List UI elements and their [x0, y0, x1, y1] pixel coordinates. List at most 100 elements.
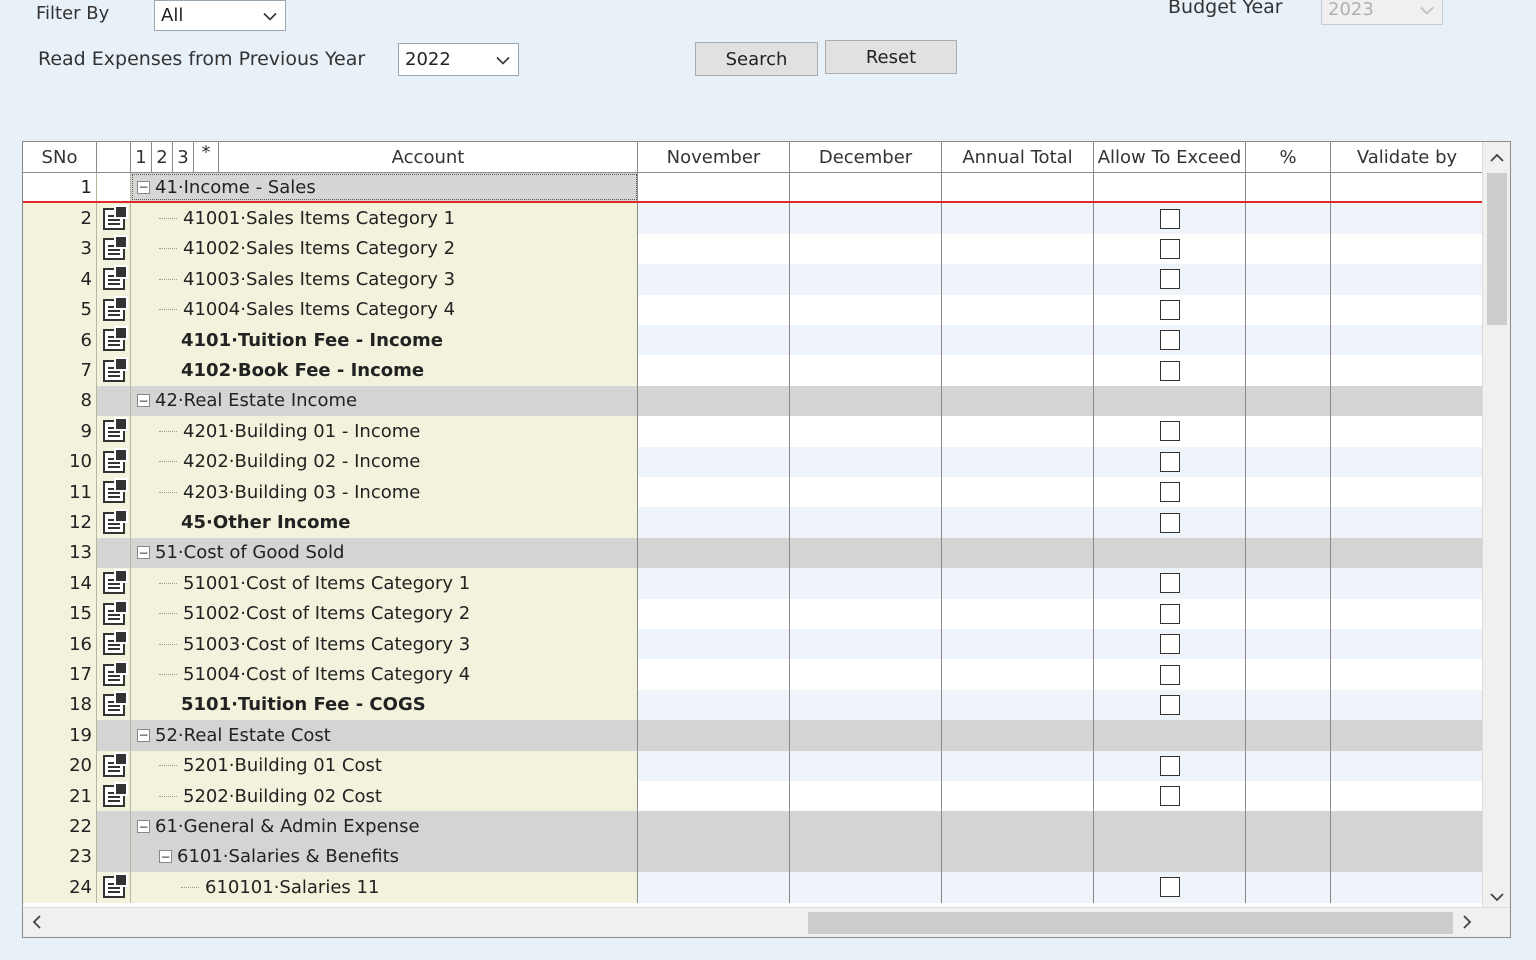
allow-to-exceed-checkbox[interactable] — [1159, 421, 1180, 442]
allow-to-exceed-cell[interactable] — [1094, 598, 1246, 629]
validate-by-cell[interactable] — [1331, 599, 1483, 629]
percent-cell[interactable] — [1246, 598, 1331, 629]
validate-by-cell[interactable] — [1331, 173, 1483, 202]
december-cell[interactable] — [790, 477, 942, 508]
percent-cell[interactable] — [1246, 841, 1331, 873]
november-cell[interactable] — [638, 233, 790, 265]
allow-to-exceed-cell[interactable] — [1094, 203, 1246, 234]
grid-group-row[interactable]: 23 −6101·Salaries & Benefits — [23, 841, 1483, 873]
allow-to-exceed-checkbox[interactable] — [1159, 238, 1180, 259]
collapse-icon[interactable]: − — [137, 394, 150, 408]
percent-cell[interactable] — [1246, 568, 1331, 599]
search-button[interactable]: Search — [695, 42, 818, 76]
document-detail-icon[interactable] — [102, 690, 128, 716]
annual-total-cell[interactable] — [942, 659, 1094, 690]
annual-total-cell[interactable] — [942, 264, 1094, 295]
allow-to-exceed-cell[interactable] — [1094, 629, 1246, 660]
november-cell[interactable] — [638, 781, 790, 812]
chevron-left-icon[interactable] — [32, 914, 41, 933]
collapse-icon[interactable]: − — [137, 820, 150, 834]
december-cell[interactable] — [790, 507, 942, 538]
november-cell[interactable] — [638, 659, 790, 690]
percent-cell[interactable] — [1246, 264, 1331, 295]
document-detail-icon[interactable] — [102, 569, 128, 595]
annual-total-cell[interactable] — [942, 325, 1094, 356]
account-cell[interactable]: −61·General & Admin Expense — [131, 811, 638, 842]
november-cell[interactable] — [638, 689, 790, 721]
horizontal-scroll-thumb[interactable] — [808, 912, 1453, 934]
december-cell[interactable] — [790, 750, 942, 781]
december-cell[interactable] — [790, 294, 942, 325]
november-cell[interactable] — [638, 173, 790, 202]
november-cell[interactable] — [638, 355, 790, 386]
grid-row[interactable]: 24 610101·Salaries 11 — [23, 872, 1483, 903]
grid-row[interactable]: 9 4201·Building 01 - Income — [23, 416, 1483, 447]
december-cell[interactable] — [790, 781, 942, 812]
percent-cell[interactable] — [1246, 355, 1331, 386]
validate-by-cell[interactable] — [1331, 416, 1483, 446]
annual-total-cell[interactable] — [942, 872, 1094, 903]
account-cell[interactable]: 51003·Cost of Items Category 3 — [131, 629, 638, 660]
document-detail-icon[interactable] — [102, 204, 128, 230]
november-cell[interactable] — [638, 811, 790, 842]
allow-to-exceed-checkbox[interactable] — [1159, 664, 1180, 685]
horizontal-scrollbar[interactable] — [23, 907, 1510, 937]
november-cell[interactable] — [638, 385, 790, 417]
level-all-button[interactable]: * — [194, 142, 219, 173]
allow-to-exceed-cell[interactable] — [1094, 750, 1246, 781]
allow-to-exceed-checkbox[interactable] — [1159, 269, 1180, 290]
document-detail-icon[interactable] — [102, 630, 128, 656]
validate-by-cell[interactable] — [1331, 446, 1483, 477]
account-cell[interactable]: 51004·Cost of Items Category 4 — [131, 659, 638, 690]
document-detail-icon[interactable] — [102, 599, 128, 625]
grid-row[interactable]: 10 4202·Building 02 - Income — [23, 446, 1483, 477]
document-detail-icon[interactable] — [102, 751, 128, 777]
allow-to-exceed-cell[interactable] — [1094, 233, 1246, 265]
percent-cell[interactable] — [1246, 477, 1331, 508]
allow-to-exceed-checkbox[interactable] — [1159, 786, 1180, 807]
december-cell[interactable] — [790, 385, 942, 417]
annual-total-cell[interactable] — [942, 537, 1094, 569]
percent-cell[interactable] — [1246, 750, 1331, 781]
account-cell[interactable]: −51·Cost of Good Sold — [131, 537, 638, 569]
allow-to-exceed-checkbox[interactable] — [1159, 360, 1180, 381]
validate-by-cell[interactable] — [1331, 264, 1483, 295]
document-detail-icon[interactable] — [102, 295, 128, 321]
annual-total-cell[interactable] — [942, 385, 1094, 417]
percent-cell[interactable] — [1246, 659, 1331, 690]
annual-total-cell[interactable] — [942, 629, 1094, 660]
december-cell[interactable] — [790, 355, 942, 386]
allow-to-exceed-checkbox[interactable] — [1159, 573, 1180, 594]
collapse-icon[interactable]: − — [159, 850, 172, 864]
annual-total-cell[interactable] — [942, 781, 1094, 812]
grid-row[interactable]: 7 4102·Book Fee - Income — [23, 355, 1483, 386]
budget-grid[interactable]: SNo 1 2 3 * Account November December An… — [22, 141, 1511, 938]
allow-to-exceed-cell[interactable] — [1094, 841, 1246, 873]
account-cell[interactable]: 610101·Salaries 11 — [131, 872, 638, 903]
grid-row[interactable]: 20 5201·Building 01 Cost — [23, 750, 1483, 781]
percent-cell[interactable] — [1246, 720, 1331, 751]
allow-to-exceed-cell[interactable] — [1094, 568, 1246, 599]
validate-by-cell[interactable] — [1331, 355, 1483, 385]
annual-total-cell[interactable] — [942, 568, 1094, 599]
account-cell[interactable]: 41004·Sales Items Category 4 — [131, 294, 638, 325]
annual-total-cell[interactable] — [942, 355, 1094, 386]
percent-cell[interactable] — [1246, 173, 1331, 202]
allow-to-exceed-cell[interactable] — [1094, 872, 1246, 903]
collapse-icon[interactable]: − — [137, 546, 150, 560]
validate-by-cell[interactable] — [1331, 629, 1483, 660]
validate-by-cell[interactable] — [1331, 750, 1483, 781]
vertical-scroll-thumb[interactable] — [1487, 173, 1507, 325]
allow-to-exceed-checkbox[interactable] — [1159, 512, 1180, 533]
allow-to-exceed-checkbox[interactable] — [1159, 330, 1180, 351]
document-detail-icon[interactable] — [102, 417, 128, 443]
chevron-down-icon[interactable] — [1490, 887, 1504, 906]
col-header-account[interactable]: Account — [219, 142, 638, 173]
validate-by-cell[interactable] — [1331, 507, 1483, 538]
allow-to-exceed-cell[interactable] — [1094, 720, 1246, 751]
account-cell[interactable]: 5201·Building 01 Cost — [131, 750, 638, 781]
december-cell[interactable] — [790, 659, 942, 690]
document-detail-icon[interactable] — [102, 478, 128, 504]
november-cell[interactable] — [638, 325, 790, 356]
december-cell[interactable] — [790, 598, 942, 629]
